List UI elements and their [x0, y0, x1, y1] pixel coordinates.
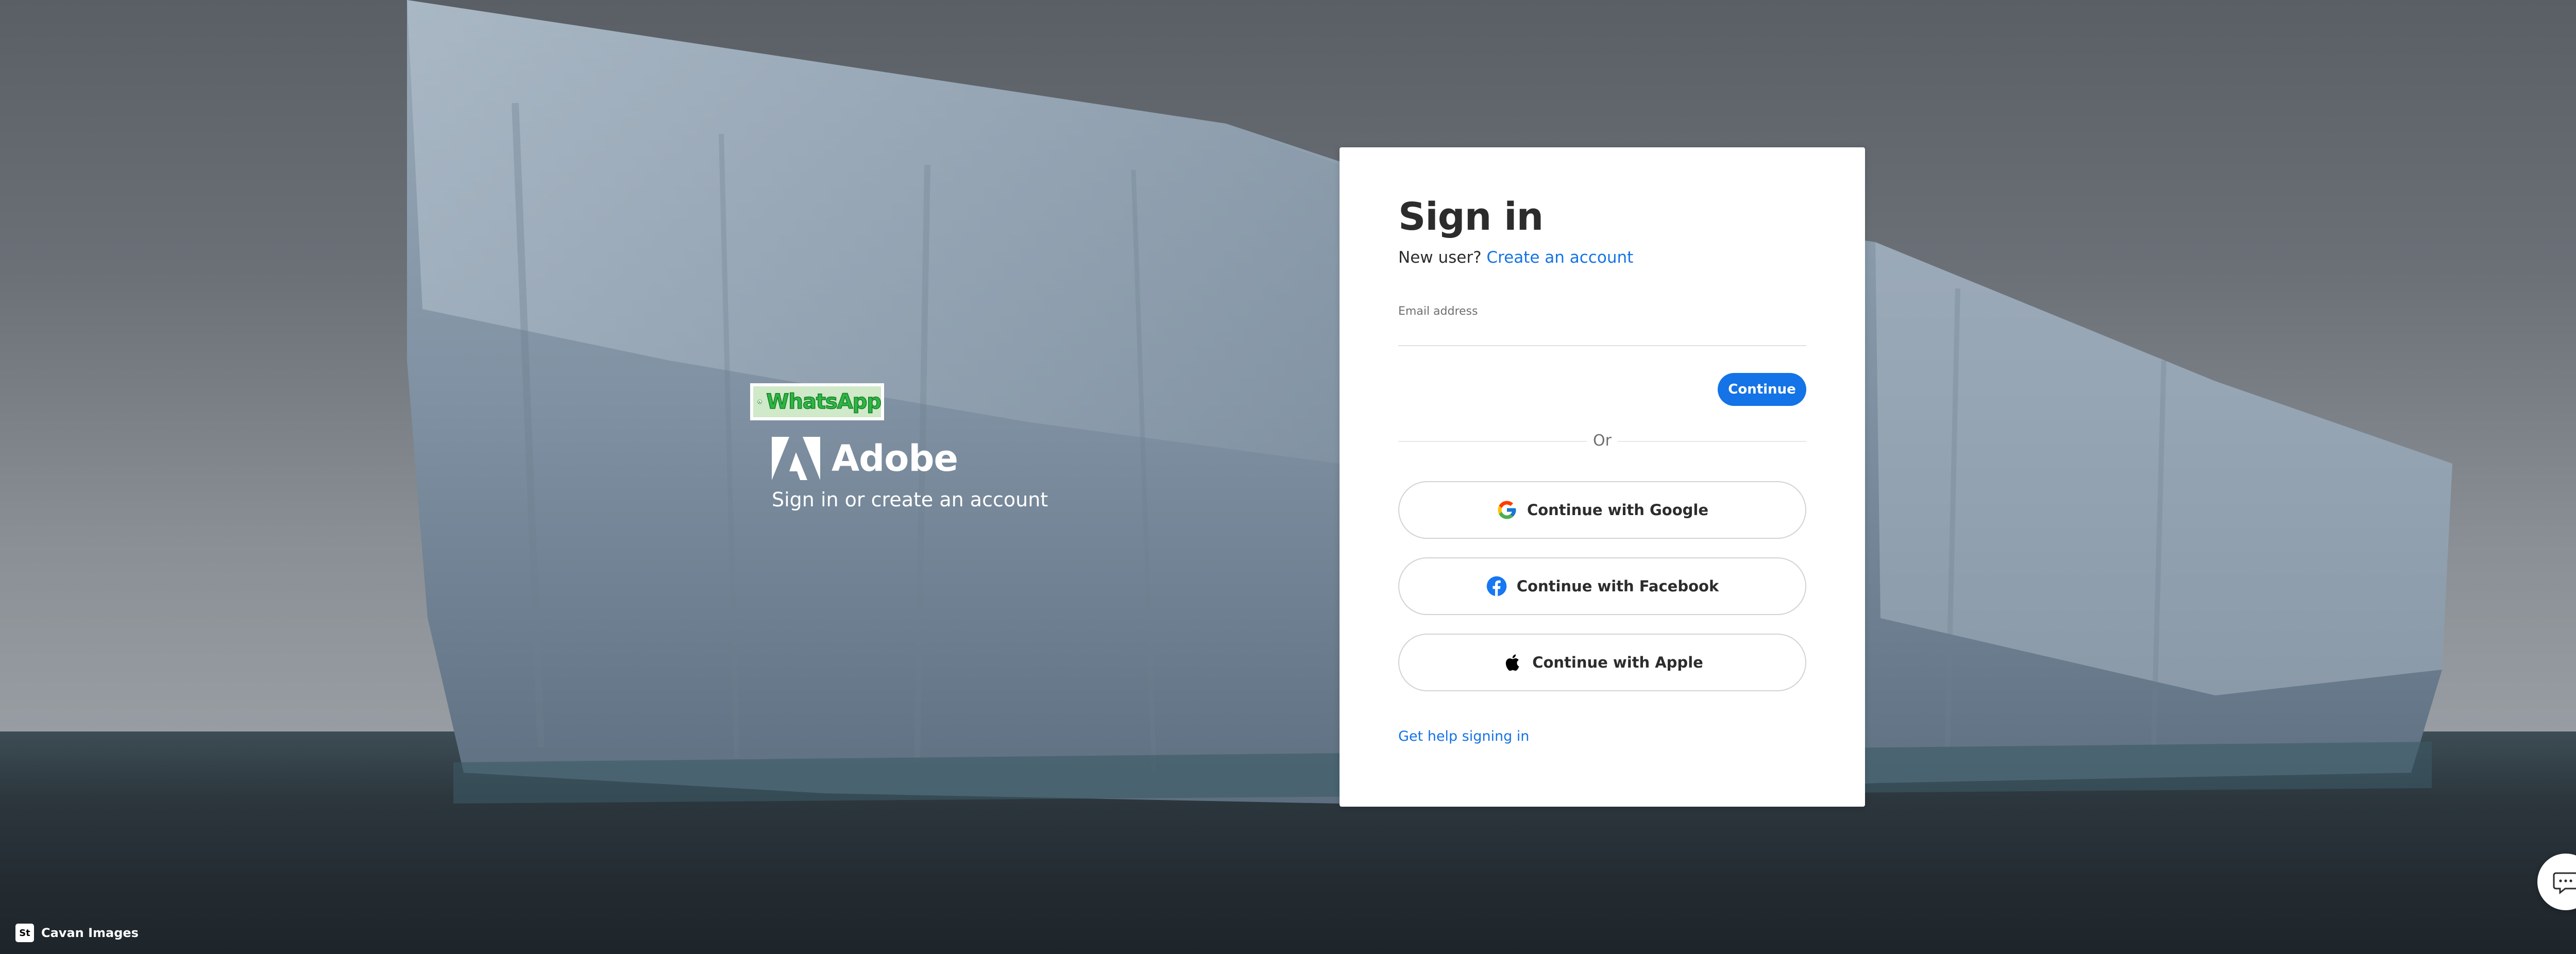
whatsapp-icon — [757, 399, 762, 404]
email-field[interactable] — [1398, 320, 1806, 346]
apple-icon — [1506, 654, 1519, 671]
adobe-stock-badge: St — [15, 924, 34, 942]
create-account-link[interactable]: Create an account — [1486, 248, 1633, 267]
facebook-icon — [1486, 576, 1506, 597]
new-user-text: New user? — [1398, 248, 1482, 267]
continue-with-google-label: Continue with Google — [1527, 501, 1709, 519]
continue-with-apple-button[interactable]: Continue with Apple — [1398, 634, 1806, 691]
brand-name: Adobe — [832, 437, 958, 480]
photo-credit: St Cavan Images — [15, 924, 139, 942]
sign-in-page: WhatsApp Adobe Sign in or create an acco… — [0, 0, 2576, 954]
continue-button[interactable]: Continue — [1718, 373, 1806, 406]
whatsapp-sticker-inner: WhatsApp — [753, 386, 882, 417]
continue-with-google-button[interactable]: Continue with Google — [1398, 481, 1806, 539]
whatsapp-sticker: WhatsApp — [750, 383, 884, 420]
brand-header: Adobe — [772, 437, 958, 480]
brand-tagline: Sign in or create an account — [772, 488, 1048, 511]
google-icon — [1498, 501, 1516, 519]
whatsapp-sticker-text: WhatsApp — [766, 389, 882, 414]
adobe-logo-icon — [772, 437, 820, 480]
continue-with-apple-label: Continue with Apple — [1532, 654, 1703, 671]
continue-with-facebook-label: Continue with Facebook — [1516, 577, 1719, 595]
sign-in-card: Sign in New user? Create an account Emai… — [1340, 147, 1865, 807]
email-label: Email address — [1398, 305, 1478, 318]
page-title: Sign in — [1398, 195, 1544, 239]
photo-credit-text: Cavan Images — [41, 926, 139, 940]
help-signing-in-link[interactable]: Get help signing in — [1398, 728, 1529, 744]
divider-text: Or — [1587, 432, 1618, 450]
new-user-prompt: New user? Create an account — [1398, 248, 1633, 267]
background-iceberg — [407, 0, 2452, 804]
chat-icon — [2553, 872, 2576, 895]
continue-with-facebook-button[interactable]: Continue with Facebook — [1398, 557, 1806, 615]
